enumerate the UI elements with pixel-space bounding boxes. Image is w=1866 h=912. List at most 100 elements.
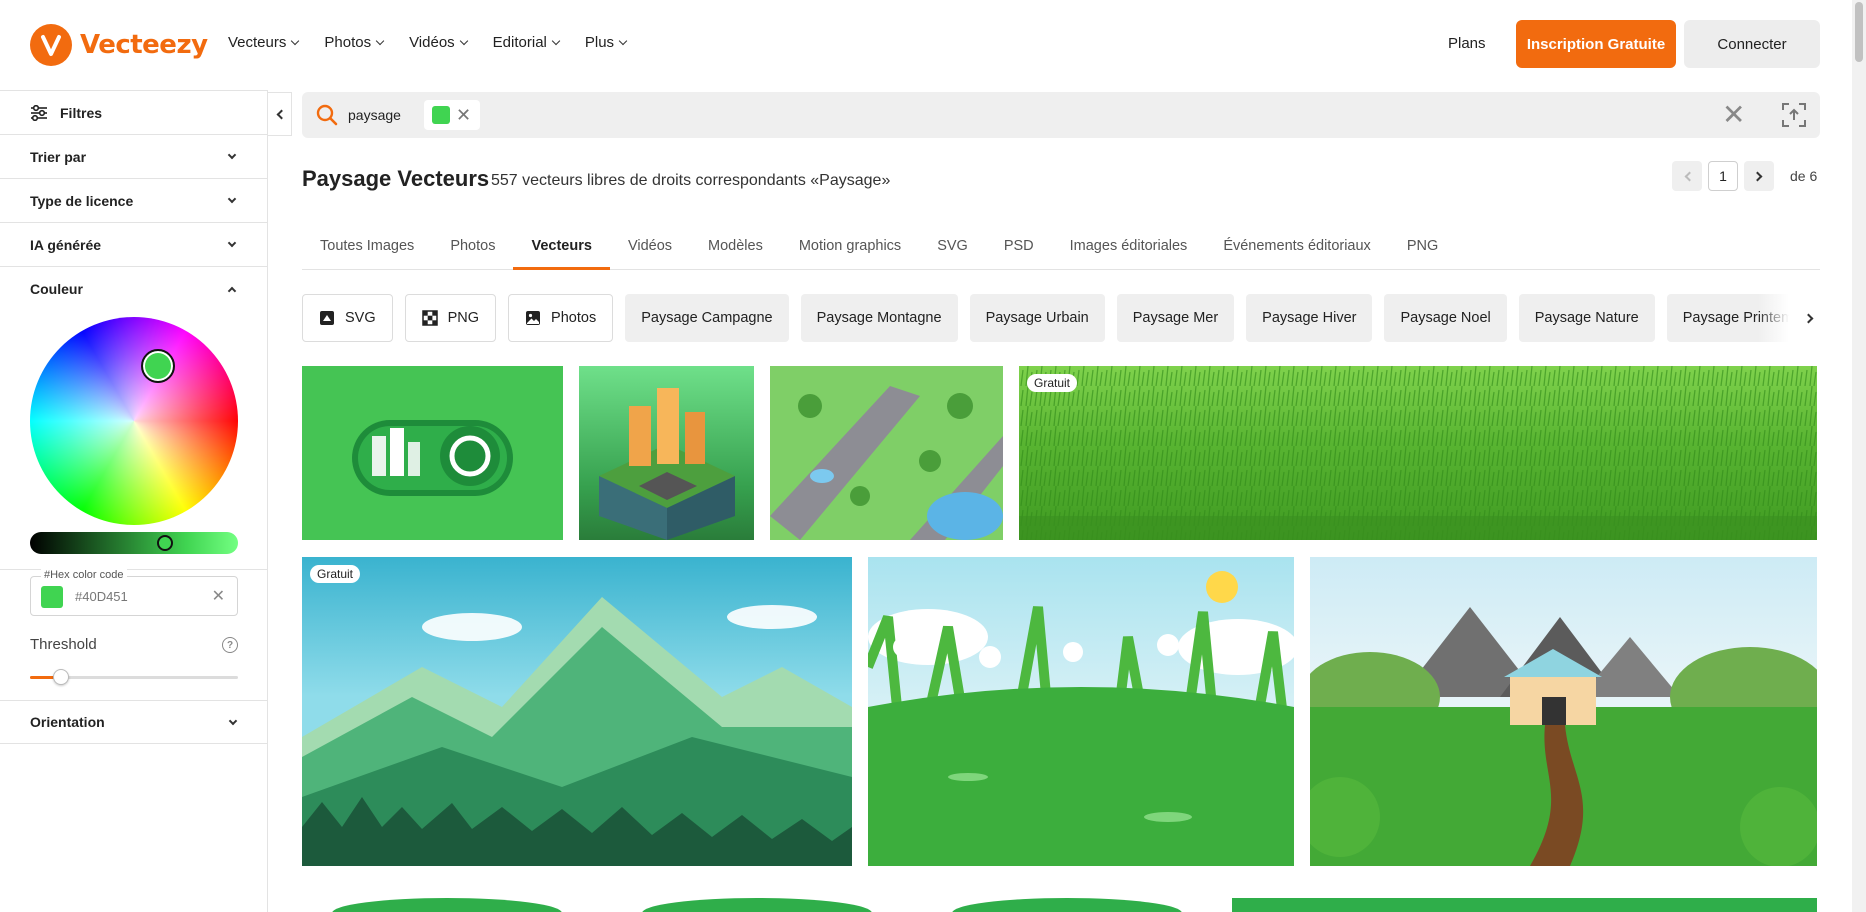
clear-search-icon[interactable]: ✕ bbox=[1722, 101, 1745, 129]
eco-city-illustration bbox=[352, 420, 513, 496]
related-chips: SVG PNG Photos Paysage Campagne Paysage … bbox=[302, 294, 1820, 342]
tab-psd[interactable]: PSD bbox=[986, 226, 1052, 270]
nav-editorial[interactable]: Editorial bbox=[492, 34, 561, 51]
chip-related[interactable]: Paysage Urbain bbox=[969, 294, 1105, 342]
chip-related[interactable]: Paysage Noel bbox=[1384, 294, 1507, 342]
section-color[interactable]: Couleur bbox=[0, 267, 267, 311]
chip-photos[interactable]: Photos bbox=[508, 294, 614, 342]
section-sort[interactable]: Trier par bbox=[0, 135, 267, 179]
signup-button[interactable]: Inscription Gratuite bbox=[1516, 20, 1676, 68]
nav-plus[interactable]: Plus bbox=[584, 34, 628, 51]
nav-label: Editorial bbox=[492, 34, 547, 51]
remove-color-icon[interactable]: ✕ bbox=[456, 106, 471, 124]
next-page-button[interactable] bbox=[1744, 161, 1774, 191]
filters-header[interactable]: Filtres bbox=[0, 91, 267, 135]
chip-related[interactable]: Paysage Montagne bbox=[800, 294, 958, 342]
brightness-slider-knob[interactable] bbox=[157, 535, 173, 551]
result-thumbnail[interactable] bbox=[1310, 557, 1817, 866]
image-search-icon[interactable] bbox=[1780, 101, 1808, 129]
section-ai-generated[interactable]: IA générée bbox=[0, 223, 267, 267]
result-thumbnail[interactable]: Gratuit bbox=[302, 557, 852, 866]
section-orientation[interactable]: Orientation bbox=[0, 700, 268, 744]
chevron-down-icon bbox=[618, 36, 628, 46]
page: Vecteezy Vecteurs Photos Vidéos Editoria… bbox=[0, 0, 1866, 912]
threshold-slider-knob[interactable] bbox=[53, 669, 69, 685]
tab-templates[interactable]: Modèles bbox=[690, 226, 781, 270]
chevron-up-icon bbox=[227, 286, 237, 295]
page-title: Paysage Vecteurs bbox=[302, 166, 490, 191]
chip-label: Photos bbox=[551, 310, 597, 326]
chevron-down-icon bbox=[228, 716, 238, 725]
prev-page-button[interactable] bbox=[1672, 161, 1702, 191]
hex-color-field[interactable]: #Hex color code #40D451 ✕ bbox=[30, 569, 238, 616]
result-thumbnail[interactable]: Gratuit bbox=[1019, 366, 1817, 540]
free-badge: Gratuit bbox=[1027, 374, 1078, 392]
brightness-slider[interactable] bbox=[30, 532, 238, 554]
nav-photos[interactable]: Photos bbox=[324, 34, 385, 51]
nav-videos[interactable]: Vidéos bbox=[409, 34, 468, 51]
section-license[interactable]: Type de licence bbox=[0, 179, 267, 223]
nav-vecteurs[interactable]: Vecteurs bbox=[228, 34, 300, 51]
result-thumbnail[interactable] bbox=[612, 898, 904, 912]
result-thumbnail[interactable] bbox=[922, 898, 1214, 912]
sliders-icon bbox=[31, 104, 47, 121]
tab-motion-graphics[interactable]: Motion graphics bbox=[781, 226, 919, 270]
result-thumbnail[interactable] bbox=[770, 366, 1003, 540]
isometric-city-illustration bbox=[599, 388, 735, 540]
tab-svg[interactable]: SVG bbox=[919, 226, 986, 270]
plans-link[interactable]: Plans bbox=[1448, 35, 1486, 52]
color-wheel-lightness bbox=[30, 317, 238, 525]
chip-related[interactable]: Paysage Hiver bbox=[1246, 294, 1373, 342]
header: Vecteezy Vecteurs Photos Vidéos Editoria… bbox=[0, 0, 1852, 90]
clear-icon[interactable]: ✕ bbox=[212, 586, 225, 606]
flower-meadow-illustration bbox=[868, 571, 1294, 866]
tab-editorial-images[interactable]: Images éditoriales bbox=[1052, 226, 1206, 270]
login-button[interactable]: Connecter bbox=[1684, 20, 1820, 68]
filter-sidebar: Filtres Trier par Type de licence IA gén… bbox=[0, 90, 268, 912]
tab-vectors[interactable]: Vecteurs bbox=[513, 226, 610, 270]
color-filter-chip[interactable]: ✕ bbox=[424, 100, 480, 130]
section-label: IA générée bbox=[30, 236, 102, 253]
image-icon bbox=[526, 311, 541, 325]
color-wheel-handle[interactable] bbox=[141, 349, 175, 383]
chip-svg[interactable]: SVG bbox=[302, 294, 393, 342]
chevron-down-icon bbox=[227, 238, 237, 248]
threshold-label: Threshold bbox=[30, 636, 97, 653]
chevron-left-icon bbox=[1684, 171, 1694, 181]
svg-icon bbox=[320, 311, 334, 325]
color-wheel[interactable] bbox=[30, 317, 238, 525]
brand-logo[interactable]: Vecteezy bbox=[30, 24, 208, 66]
tab-all-images[interactable]: Toutes Images bbox=[302, 226, 432, 270]
chevron-down-icon bbox=[551, 36, 561, 46]
result-thumbnail[interactable] bbox=[302, 898, 594, 912]
hex-field-label: #Hex color code bbox=[41, 569, 127, 581]
collapse-sidebar-button[interactable] bbox=[268, 92, 292, 136]
result-thumbnail[interactable] bbox=[868, 557, 1294, 866]
tab-editorial-events[interactable]: Événements éditoriaux bbox=[1205, 226, 1389, 270]
result-thumbnail[interactable] bbox=[1232, 898, 1817, 912]
page-input[interactable]: 1 bbox=[1708, 161, 1738, 191]
page-total: de 6 bbox=[1790, 168, 1818, 184]
search-bar[interactable]: paysage ✕ ✕ bbox=[302, 92, 1820, 138]
tab-png[interactable]: PNG bbox=[1389, 226, 1456, 270]
chips-scroll-right-button[interactable] bbox=[1758, 294, 1820, 342]
page-scrollbar[interactable] bbox=[1852, 0, 1866, 912]
chip-related[interactable]: Paysage Campagne bbox=[625, 294, 789, 342]
result-thumbnail[interactable] bbox=[302, 366, 563, 540]
results-count: 557 vecteurs libres de droits correspond… bbox=[491, 172, 891, 189]
chevron-right-icon bbox=[1752, 171, 1762, 181]
nav-label: Plus bbox=[584, 34, 615, 51]
result-thumbnail[interactable] bbox=[579, 366, 754, 540]
search-input[interactable]: paysage bbox=[348, 107, 401, 123]
chevron-down-icon bbox=[227, 150, 237, 160]
chip-related[interactable]: Paysage Mer bbox=[1116, 294, 1235, 342]
tab-photos[interactable]: Photos bbox=[432, 226, 513, 270]
scrollbar-thumb[interactable] bbox=[1855, 2, 1863, 62]
tab-videos[interactable]: Vidéos bbox=[610, 226, 690, 270]
section-label: Trier par bbox=[30, 148, 87, 165]
help-icon[interactable]: ? bbox=[222, 637, 238, 653]
chip-png[interactable]: PNG bbox=[404, 294, 497, 342]
chip-related[interactable]: Paysage Nature bbox=[1518, 294, 1655, 342]
section-label: Couleur bbox=[30, 281, 83, 297]
chevron-down-icon bbox=[375, 36, 385, 46]
